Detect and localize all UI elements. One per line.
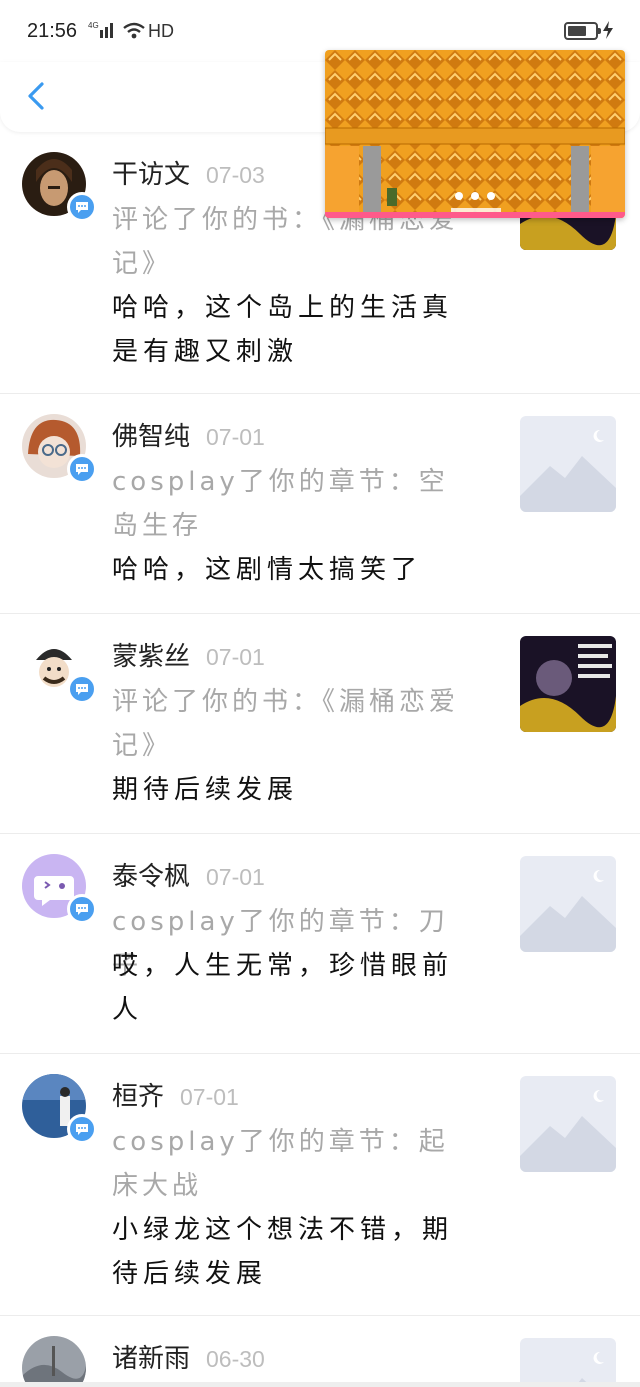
list-item[interactable]: 蒙紫丝 07-01 评论了你的书：《漏桶恋爱记》 期待后续发展 bbox=[0, 614, 640, 834]
notification-date: 07-01 bbox=[206, 424, 265, 450]
action-text[interactable]: 评论了你的书：《漏桶恋爱记》 bbox=[112, 680, 472, 768]
user-name-line: 泰令枫 07-01 bbox=[112, 856, 265, 893]
user-name: 佛智纯 bbox=[112, 422, 191, 452]
book-cover-thumbnail[interactable] bbox=[520, 636, 616, 732]
notification-date: 07-01 bbox=[206, 864, 265, 890]
list-item[interactable]: 佛智纯 07-01 cosplay了你的章节：空岛生存 哈哈，这剧情太搞笑了 bbox=[0, 394, 640, 614]
comment-badge-icon bbox=[67, 674, 97, 704]
comment-badge-icon bbox=[67, 192, 97, 222]
charging-icon bbox=[602, 21, 614, 43]
placeholder-image-thumbnail[interactable] bbox=[520, 1076, 616, 1172]
notification-date: 07-03 bbox=[206, 162, 265, 188]
signal-icon: 4G bbox=[88, 20, 116, 43]
comment-text: 哎，人生无常，珍惜眼前人 bbox=[112, 951, 454, 1025]
comment-badge-icon bbox=[67, 1114, 97, 1144]
action-text[interactable]: cosplay了你的章节：空岛生存 bbox=[112, 460, 472, 548]
comment-text: 哈哈，这个岛上的生活真是有趣又刺激 bbox=[112, 293, 454, 367]
action-text[interactable]: cosplay了你的章节：起床大战 bbox=[112, 1120, 472, 1208]
comment-text: 哈哈，这剧情太搞笑了 bbox=[112, 555, 423, 585]
placeholder-image-thumbnail[interactable] bbox=[520, 1338, 616, 1387]
notification-list: 干访文 07-03 评论了你的书：《漏桶恋爱记》 哈哈，这个岛上的生活真是有趣又刺… bbox=[0, 132, 640, 1387]
user-name: 干访文 bbox=[112, 160, 191, 190]
signal-label: 4G bbox=[88, 21, 99, 30]
notification-date: 07-01 bbox=[180, 1084, 239, 1110]
comment-badge-icon bbox=[67, 894, 97, 924]
battery-icon bbox=[564, 22, 598, 40]
user-name-line: 桓齐 07-01 bbox=[112, 1076, 239, 1113]
home-indicator bbox=[0, 1382, 640, 1387]
notification-date: 07-01 bbox=[206, 644, 265, 670]
battery-tip bbox=[598, 28, 601, 34]
user-name: 蒙紫丝 bbox=[112, 642, 191, 672]
user-name-line: 蒙紫丝 07-01 bbox=[112, 636, 265, 673]
list-item[interactable]: 泰令枫 07-01 cosplay了你的章节：刀子 哎，人生无常，珍惜眼前人 bbox=[0, 834, 640, 1054]
user-name: 泰令枫 bbox=[112, 862, 191, 892]
avatar[interactable] bbox=[22, 1336, 86, 1387]
comment-text: 期待后续发展 bbox=[112, 775, 299, 805]
comment-text: 小绿龙这个想法不错，期待后续发展 bbox=[112, 1215, 454, 1289]
notification-date: 06-30 bbox=[206, 1346, 265, 1372]
user-name: 诸新雨 bbox=[112, 1344, 191, 1374]
placeholder-image-thumbnail[interactable] bbox=[520, 416, 616, 512]
comment-badge-icon bbox=[67, 454, 97, 484]
list-item[interactable]: 桓齐 07-01 cosplay了你的章节：起床大战 小绿龙这个想法不错，期待后续… bbox=[0, 1054, 640, 1316]
game-preview-overlay[interactable] bbox=[325, 50, 625, 218]
back-button[interactable] bbox=[18, 76, 58, 116]
user-name: 桓齐 bbox=[112, 1082, 165, 1112]
user-name-line: 诸新雨 06-30 bbox=[112, 1338, 265, 1375]
chevron-left-icon bbox=[28, 82, 44, 110]
placeholder-image-thumbnail[interactable] bbox=[520, 856, 616, 952]
network-label: HD bbox=[148, 21, 174, 41]
status-time: 21:56 bbox=[27, 20, 78, 42]
user-name-line: 干访文 07-03 bbox=[112, 154, 265, 191]
wifi-icon bbox=[122, 22, 146, 44]
user-name-line: 佛智纯 07-01 bbox=[112, 416, 265, 453]
list-item[interactable]: 诸新雨 06-30 bbox=[0, 1316, 640, 1387]
